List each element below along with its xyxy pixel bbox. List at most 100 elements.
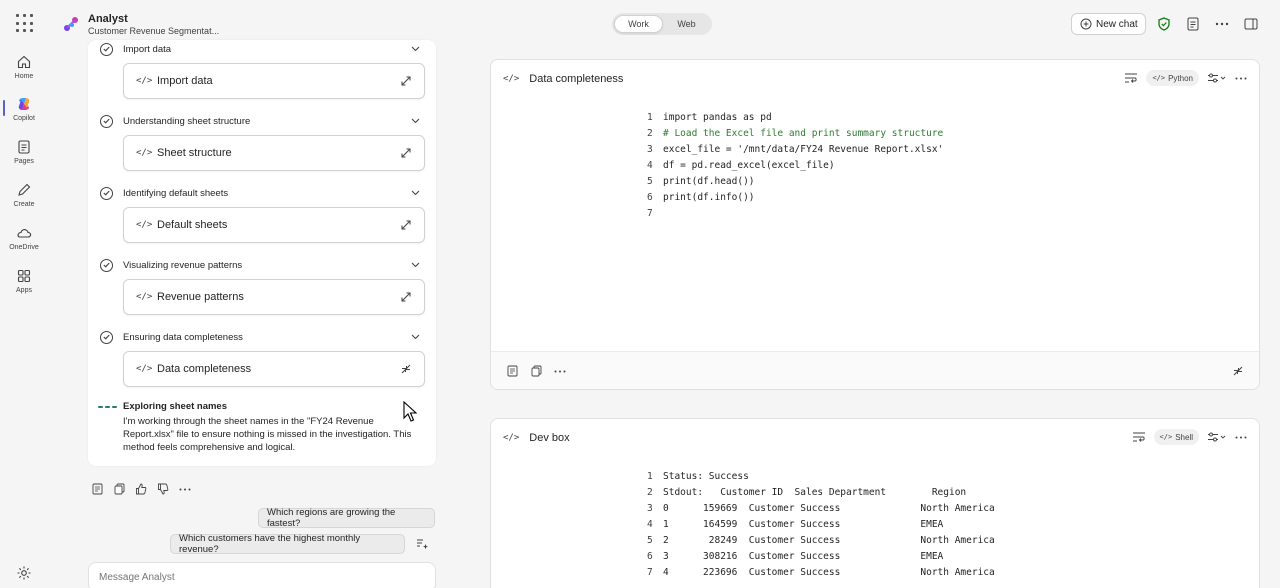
chevron-down-icon[interactable] — [411, 262, 420, 268]
progress-dots-icon — [98, 406, 118, 409]
settings-gear-icon[interactable] — [16, 565, 32, 581]
wrap-text-icon[interactable] — [1132, 431, 1146, 443]
step-header-revenue-patterns[interactable]: Visualizing revenue patterns — [100, 257, 420, 273]
step-card-sheet-structure[interactable]: </> Sheet structure — [123, 135, 425, 171]
copy-icon[interactable] — [112, 482, 126, 496]
side-panel-icon[interactable] — [1243, 16, 1259, 32]
rail-item-create[interactable]: Create — [0, 182, 48, 222]
new-chat-icon — [1080, 18, 1092, 30]
toggle-web[interactable]: Web — [663, 15, 710, 33]
notes-icon[interactable] — [505, 364, 519, 378]
rail-item-onedrive[interactable]: OneDrive — [0, 225, 48, 265]
line-number: 4 — [647, 519, 653, 530]
code-text: 2 28249 Customer Success North America — [663, 535, 995, 546]
expand-icon[interactable] — [400, 147, 412, 159]
code-text: print(df.head()) — [663, 176, 755, 187]
chevron-down-icon[interactable] — [411, 46, 420, 52]
mouse-cursor-icon — [403, 401, 417, 423]
step-card-label: Sheet structure — [157, 147, 232, 159]
apps-icon — [17, 269, 31, 283]
rail-item-home[interactable]: Home — [0, 54, 48, 94]
step-title: Ensuring data completeness — [123, 331, 243, 343]
notes-icon[interactable] — [90, 482, 104, 496]
language-label: Python — [1168, 73, 1193, 83]
code-text: 1 164599 Customer Success EMEA — [663, 519, 944, 530]
step-card-revenue-patterns[interactable]: </> Revenue patterns — [123, 279, 425, 315]
thumbs-up-icon[interactable] — [134, 482, 148, 496]
step-header-import-data[interactable]: Import data — [100, 41, 420, 57]
step-card-import-data[interactable]: </> Import data — [123, 63, 425, 99]
settings-sliders-icon[interactable] — [1207, 73, 1227, 83]
code-line: 3 excel_file = '/mnt/data/FY24 Revenue Re… — [647, 142, 943, 158]
step-header-data-completeness[interactable]: Ensuring data completeness — [100, 329, 420, 345]
settings-sliders-icon[interactable] — [1207, 432, 1227, 442]
pages-icon — [18, 140, 30, 154]
code-icon: </> — [136, 148, 153, 158]
line-number: 6 — [647, 551, 653, 562]
rail-item-apps[interactable]: Apps — [0, 268, 48, 308]
code-line: 3 0 159669 Customer Success North America — [647, 501, 995, 517]
chevron-down-icon[interactable] — [411, 118, 420, 124]
code-text: Stdout: Customer ID Sales Department Reg… — [663, 487, 967, 498]
panel-header: </> Data completeness — [503, 70, 623, 88]
step-card-default-sheets[interactable]: </> Default sheets — [123, 207, 425, 243]
suggestions-sparkle-icon[interactable] — [415, 537, 429, 551]
copilot-icon — [18, 98, 30, 110]
step-header-sheet-structure[interactable]: Understanding sheet structure — [100, 113, 420, 129]
wrap-text-icon[interactable] — [1124, 72, 1138, 84]
step-card-data-completeness[interactable]: </> Data completeness — [123, 351, 425, 387]
check-icon — [100, 114, 113, 128]
app-launcher-icon[interactable] — [16, 14, 36, 34]
code-line: 7 — [647, 206, 943, 222]
code-icon: </> — [136, 76, 153, 86]
language-label: Shell — [1175, 432, 1193, 442]
line-number: 5 — [647, 176, 653, 187]
rail-item-copilot[interactable]: Copilot — [0, 96, 48, 136]
panel-title: Data completeness — [529, 73, 624, 85]
chevron-down-icon[interactable] — [411, 334, 420, 340]
suggestion-regions[interactable]: Which regions are growing the fastest? — [258, 507, 435, 529]
language-badge[interactable]: </> Python — [1146, 70, 1199, 86]
new-chat-button[interactable]: New chat — [1071, 13, 1146, 35]
thumbs-down-icon[interactable] — [156, 482, 170, 496]
code-block-python[interactable]: 1 import pandas as pd 2 # Load the Excel fi… — [647, 110, 943, 222]
step-card-label: Revenue patterns — [157, 291, 244, 303]
collapse-icon[interactable] — [400, 363, 412, 375]
code-text: print(df.info()) — [663, 192, 755, 203]
expand-icon[interactable] — [400, 291, 412, 303]
left-rail: Home Copilot Pages Create OneDrive Apps — [0, 48, 48, 588]
code-line: 1 import pandas as pd — [647, 110, 943, 126]
shield-icon[interactable] — [1156, 16, 1172, 32]
code-icon: </> — [136, 364, 153, 374]
more-options-icon[interactable] — [1235, 77, 1247, 80]
line-number: 6 — [647, 192, 653, 203]
rail-item-pages[interactable]: Pages — [0, 139, 48, 179]
copy-icon[interactable] — [529, 364, 543, 378]
check-icon — [100, 42, 113, 56]
exploring-title: Exploring sheet names — [123, 401, 228, 412]
expand-icon[interactable] — [400, 75, 412, 87]
language-badge[interactable]: </> Shell — [1153, 429, 1199, 445]
analyst-logo-icon — [62, 15, 80, 33]
more-options-icon[interactable] — [1214, 16, 1230, 32]
step-header-default-sheets[interactable]: Identifying default sheets — [100, 185, 420, 201]
suggestion-customers[interactable]: Which customers have the highest monthly… — [170, 533, 405, 555]
more-options-icon[interactable] — [178, 482, 192, 496]
message-input[interactable] — [88, 562, 436, 588]
chevron-down-icon[interactable] — [411, 190, 420, 196]
work-web-toggle[interactable]: Work Web — [612, 13, 712, 35]
conversation-title[interactable]: Customer Revenue Segmentat... — [88, 26, 219, 36]
line-number: 7 — [647, 567, 653, 578]
more-options-icon[interactable] — [553, 364, 567, 378]
code-line: 1 Status: Success — [647, 469, 995, 485]
toggle-work[interactable]: Work — [614, 15, 663, 33]
code-block-shell-output[interactable]: 1 Status: Success 2 Stdout: Customer ID Sal… — [647, 469, 995, 581]
expand-icon[interactable] — [400, 219, 412, 231]
more-options-icon[interactable] — [1235, 436, 1247, 439]
panel-toolbar: </> Python — [1124, 68, 1247, 88]
notes-icon[interactable] — [1185, 16, 1201, 32]
line-number: 3 — [647, 144, 653, 155]
code-text: 3 308216 Customer Success EMEA — [663, 551, 944, 562]
check-icon — [100, 258, 113, 272]
collapse-icon[interactable] — [1231, 364, 1245, 378]
